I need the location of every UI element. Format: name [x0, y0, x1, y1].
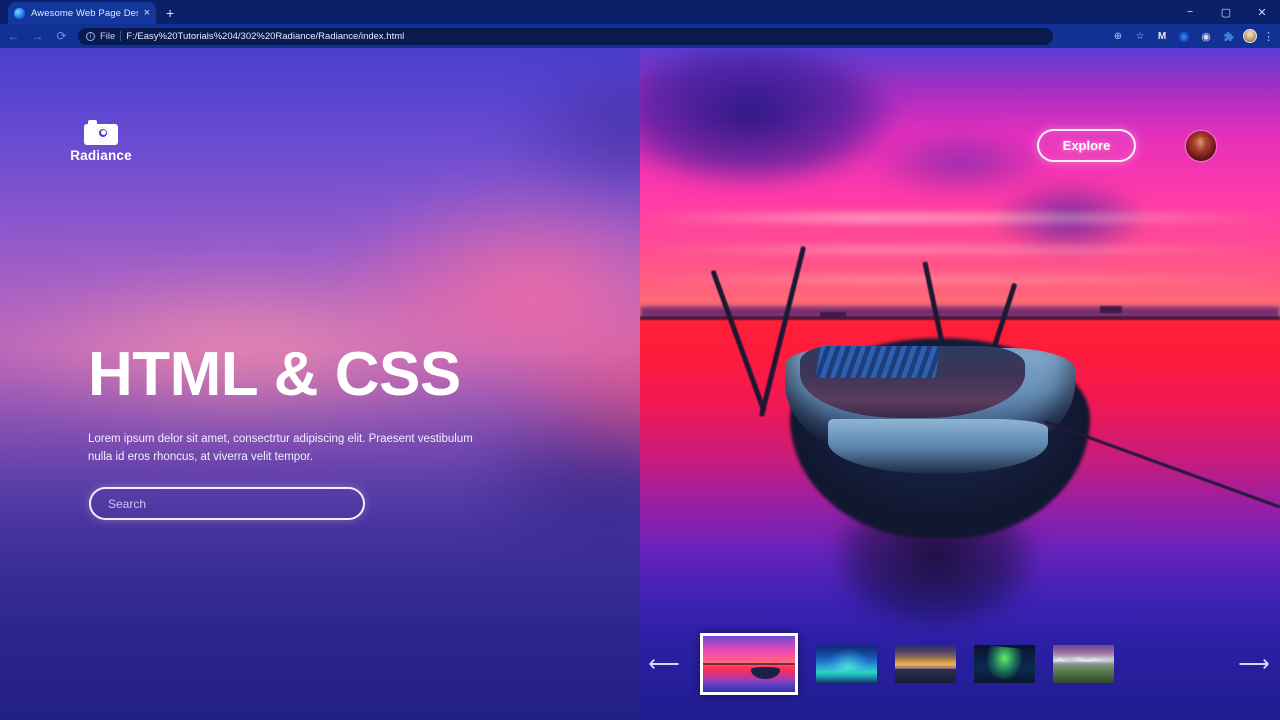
- new-tab-button[interactable]: +: [166, 6, 174, 20]
- explore-button[interactable]: Explore: [1037, 129, 1136, 162]
- cloud-streak: [640, 276, 1280, 283]
- distant-boat: [1100, 306, 1122, 313]
- thumbnail-mountain-landscape[interactable]: [1053, 645, 1114, 683]
- carousel-prev-arrow-icon[interactable]: ⟵: [642, 644, 686, 684]
- address-bar[interactable]: i File F:/Easy%20Tutorials%204/302%20Rad…: [78, 27, 1053, 45]
- thumbnail-carousel: ⟵ ⟶: [640, 608, 1280, 720]
- page-title: HTML & CSS: [88, 340, 461, 409]
- site-logo[interactable]: Radiance: [64, 120, 138, 163]
- back-icon[interactable]: ←: [6, 29, 21, 44]
- blue-circle-extension-icon[interactable]: ◉: [1175, 27, 1193, 45]
- toolbar-icons: ⊕ ☆ M ◉ ◉ ⋮: [1109, 27, 1274, 45]
- thumbnail-blue-aurora[interactable]: [816, 645, 877, 683]
- boat-plank: [815, 346, 941, 378]
- cloud-streak: [640, 213, 1280, 223]
- camera-icon: [84, 120, 118, 145]
- carousel-next-arrow-icon[interactable]: ⟶: [1232, 644, 1276, 684]
- tab-title: Awesome Web Page Design - Ea: [31, 7, 138, 19]
- thumbnail-sunset-seascape[interactable]: [895, 645, 956, 683]
- thumbnail-sunset-boat[interactable]: [700, 633, 798, 695]
- thumbnail-list: [700, 633, 1114, 695]
- zoom-icon[interactable]: ⊕: [1109, 27, 1127, 45]
- thumbnail-green-aurora[interactable]: [974, 645, 1035, 683]
- window-controls: − ▢ ✕: [1172, 0, 1280, 24]
- close-icon[interactable]: ×: [144, 7, 150, 19]
- minimize-button[interactable]: −: [1172, 0, 1208, 24]
- cloud-streak: [640, 246, 1280, 254]
- gmail-icon[interactable]: M: [1153, 27, 1171, 45]
- info-icon: i: [86, 31, 95, 41]
- url-text: F:/Easy%20Tutorials%204/302%20Radiance/R…: [126, 30, 405, 42]
- close-window-button[interactable]: ✕: [1244, 0, 1280, 24]
- page-viewport: Radiance Explore HTML & CSS Lorem ipsum …: [0, 48, 1280, 720]
- hero-paragraph: Lorem ipsum delor sit amet, consectrtur …: [88, 433, 473, 463]
- divider: [120, 31, 122, 41]
- camera-extension-icon[interactable]: ◉: [1197, 27, 1215, 45]
- scheme-label: File: [100, 30, 116, 42]
- extensions-puzzle-icon[interactable]: [1219, 27, 1237, 45]
- browser-tab[interactable]: Awesome Web Page Design - Ea ×: [8, 2, 156, 24]
- pier-rail: [640, 316, 1280, 320]
- logo-text: Radiance: [70, 148, 132, 163]
- globe-icon: [14, 7, 25, 19]
- cloud-shape: [640, 48, 900, 188]
- browser-window: Awesome Web Page Design - Ea × + − ▢ ✕ ←…: [0, 0, 1280, 720]
- forward-icon[interactable]: →: [30, 29, 45, 44]
- maximize-button[interactable]: ▢: [1208, 0, 1244, 24]
- reload-icon[interactable]: ⟳: [54, 29, 69, 44]
- title-bar: Awesome Web Page Design - Ea × + − ▢ ✕: [0, 0, 1280, 24]
- distant-boat: [820, 312, 846, 317]
- avatar[interactable]: [1186, 131, 1216, 161]
- browser-toolbar: ← → ⟳ i File F:/Easy%20Tutorials%204/302…: [0, 24, 1280, 48]
- profile-avatar-icon[interactable]: [1241, 27, 1259, 45]
- chrome-menu-icon[interactable]: ⋮: [1263, 30, 1274, 43]
- search-input[interactable]: [89, 487, 365, 520]
- bookmark-star-icon[interactable]: ☆: [1131, 27, 1149, 45]
